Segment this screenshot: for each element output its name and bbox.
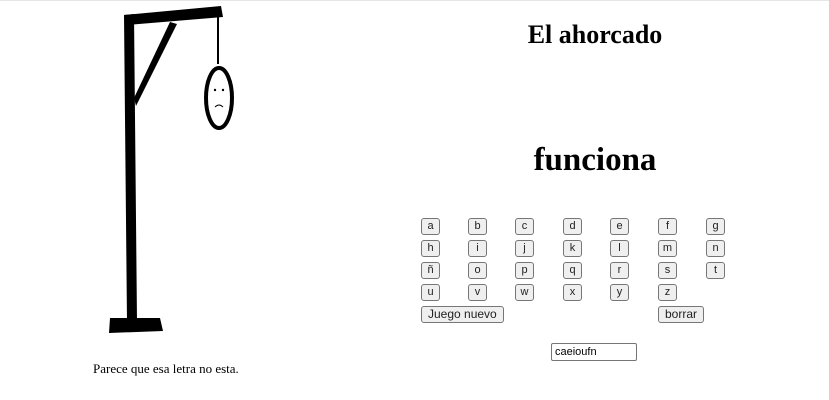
letter-button[interactable]: b — [468, 218, 487, 235]
letter-button[interactable]: k — [563, 240, 582, 257]
status-message: Parece que esa letra no esta. — [93, 361, 239, 376]
letter-button[interactable]: t — [706, 262, 725, 279]
letter-button[interactable]: v — [468, 284, 487, 301]
letter-button[interactable]: y — [610, 284, 629, 301]
letter-button[interactable]: n — [706, 240, 725, 257]
letter-button[interactable]: g — [706, 218, 725, 235]
game-title: El ahorcado — [527, 20, 663, 49]
letter-button[interactable]: m — [658, 240, 677, 257]
letter-button[interactable]: h — [421, 240, 440, 257]
gallows-beam — [124, 6, 223, 25]
letter-button[interactable]: a — [421, 218, 440, 235]
gallows — [109, 6, 223, 333]
letter-button[interactable]: z — [658, 284, 677, 301]
letter-button[interactable]: o — [468, 262, 487, 279]
letter-button[interactable]: j — [515, 240, 534, 257]
letter-button[interactable]: f — [658, 218, 677, 235]
letter-button[interactable]: u — [421, 284, 440, 301]
right-eye — [221, 88, 225, 92]
letter-button[interactable]: i — [468, 240, 487, 257]
letter-button[interactable]: p — [515, 262, 534, 279]
letter-button[interactable]: c — [515, 218, 534, 235]
letter-button[interactable]: w — [515, 284, 534, 301]
delete-button[interactable]: borrar — [658, 306, 705, 323]
letter-button[interactable]: d — [563, 218, 582, 235]
letter-button[interactable]: r — [610, 262, 629, 279]
letter-button[interactable]: q — [563, 262, 582, 279]
head — [204, 66, 234, 130]
letter-button[interactable]: x — [563, 284, 582, 301]
gallows-brace — [134, 22, 177, 106]
letter-button[interactable]: e — [610, 218, 629, 235]
new-game-button[interactable]: Juego nuevo — [421, 306, 504, 323]
frown — [214, 104, 224, 108]
letter-button[interactable]: ñ — [421, 262, 440, 279]
letter-button[interactable]: s — [658, 262, 677, 279]
guessed-letters-input[interactable] — [551, 343, 637, 361]
letter-button[interactable]: l — [610, 240, 629, 257]
hangman-drawing — [109, 6, 234, 333]
hidden-word: funciona — [533, 142, 657, 178]
left-eye — [213, 88, 217, 92]
gallows-post — [124, 14, 137, 323]
